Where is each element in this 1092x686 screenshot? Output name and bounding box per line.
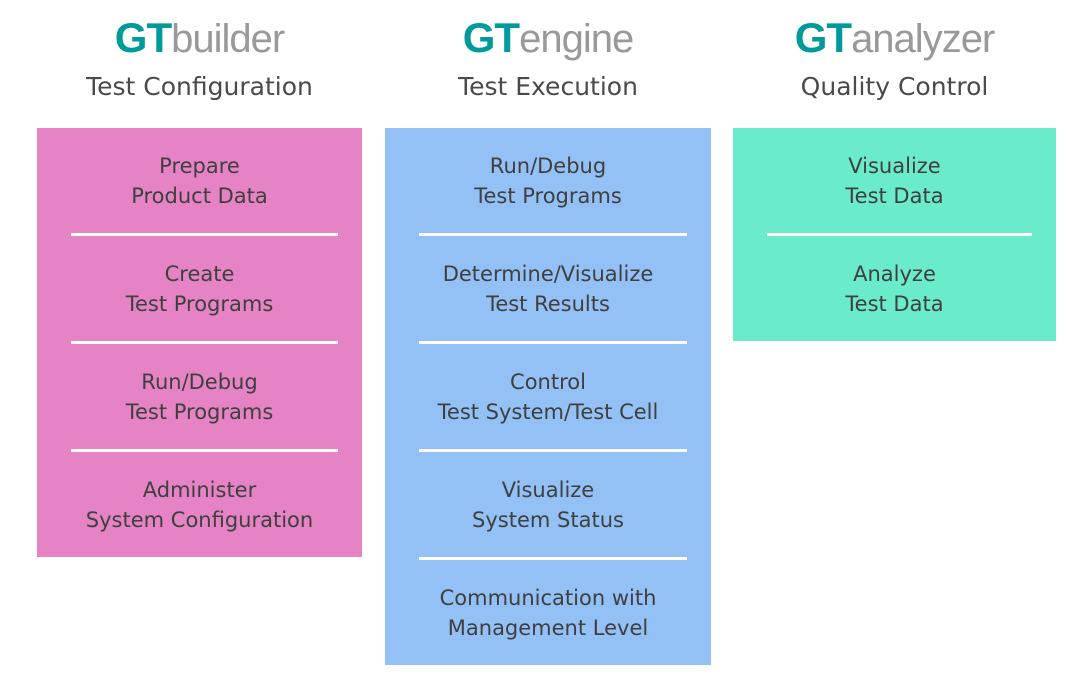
column-subtitle: Test Configuration bbox=[86, 72, 313, 101]
function-line: System Status bbox=[472, 507, 624, 532]
logo-name: analyzer bbox=[851, 17, 995, 61]
box-gtengine: Run/Debug Test Programs Determine/Visualiz… bbox=[385, 128, 711, 665]
function-item: Communication with Management Level bbox=[385, 560, 711, 665]
function-item: Control Test System/Test Cell bbox=[385, 344, 711, 449]
function-item: Run/Debug Test Programs bbox=[385, 128, 711, 233]
logo-prefix: GT bbox=[794, 14, 852, 61]
function-item: Create Test Programs bbox=[37, 236, 362, 341]
box-gtanalyzer: Visualize Test Data Analyze Test Data bbox=[733, 128, 1056, 341]
function-line: Control bbox=[510, 369, 586, 394]
function-line: Visualize bbox=[501, 477, 595, 502]
logo-prefix: GT bbox=[114, 14, 172, 61]
function-item: Run/Debug Test Programs bbox=[37, 344, 362, 449]
column-subtitle: Test Execution bbox=[458, 72, 638, 101]
logo-gtengine: GTengine bbox=[385, 14, 711, 63]
function-line: Management Level bbox=[447, 615, 649, 640]
function-line: Determine/Visualize bbox=[442, 261, 654, 286]
logo-gtbuilder: GTbuilder bbox=[37, 14, 362, 63]
function-item: Prepare Product Data bbox=[37, 128, 362, 233]
function-line: Prepare bbox=[159, 153, 240, 178]
function-line: Test Data bbox=[845, 291, 944, 316]
logo-gtanalyzer: GTanalyzer bbox=[733, 14, 1056, 63]
function-line: Create bbox=[164, 261, 235, 286]
function-line: Test Data bbox=[845, 183, 944, 208]
function-line: Run/Debug bbox=[489, 153, 607, 178]
function-line: Analyze bbox=[853, 261, 936, 286]
function-line: System Configuration bbox=[85, 507, 314, 532]
function-item: Visualize Test Data bbox=[733, 128, 1056, 233]
logo-name: builder bbox=[171, 17, 285, 61]
box-gtbuilder: Prepare Product Data Create Test Programs Ru… bbox=[37, 128, 362, 557]
function-item: Administer System Configuration bbox=[37, 452, 362, 557]
function-line: Run/Debug bbox=[141, 369, 258, 394]
function-line: Test Programs bbox=[125, 291, 274, 316]
logo-prefix: GT bbox=[462, 14, 520, 61]
column-subtitle: Quality Control bbox=[800, 72, 989, 101]
function-line: Test Results bbox=[486, 291, 610, 316]
function-item: Determine/Visualize Test Results bbox=[385, 236, 711, 341]
function-line: Test Programs bbox=[474, 183, 622, 208]
function-line: Test System/Test Cell bbox=[437, 399, 659, 424]
function-line: Product Data bbox=[131, 183, 268, 208]
function-line: Visualize bbox=[848, 153, 941, 178]
function-item: Visualize System Status bbox=[385, 452, 711, 557]
function-line: Administer bbox=[142, 477, 257, 502]
function-line: Communication with bbox=[439, 585, 657, 610]
logo-name: engine bbox=[519, 17, 634, 61]
function-line: Test Programs bbox=[125, 399, 274, 424]
function-item: Analyze Test Data bbox=[733, 236, 1056, 341]
